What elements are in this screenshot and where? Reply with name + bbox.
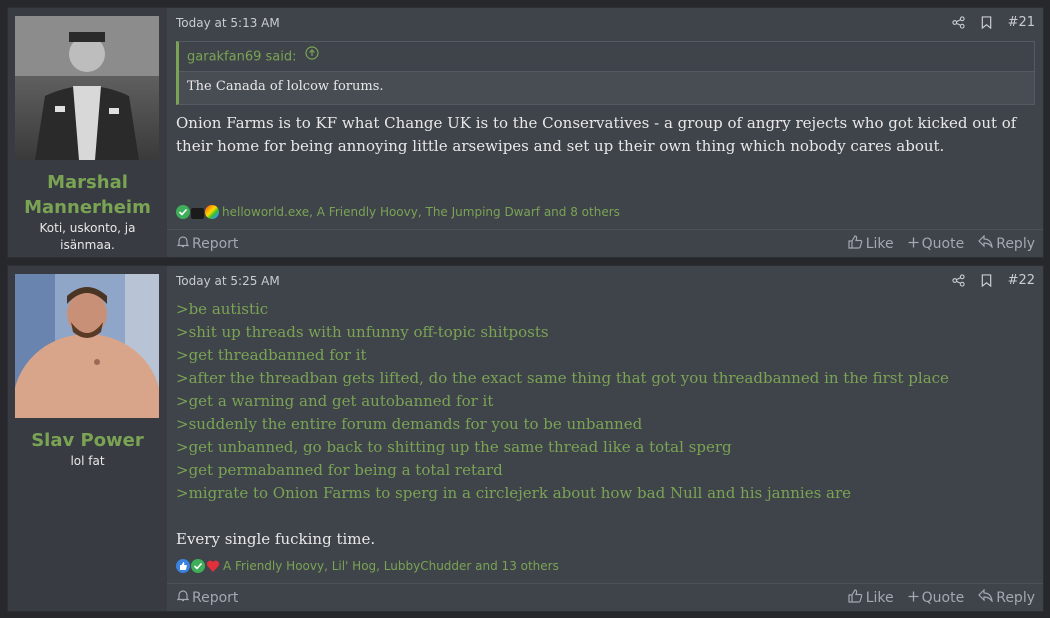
- like-label[interactable]: Like: [866, 590, 894, 606]
- reply-button[interactable]: Reply: [978, 234, 1035, 253]
- report-label[interactable]: Report: [192, 590, 238, 606]
- post-21: Marshal Mannerheim Koti, uskonto, ja isä…: [7, 7, 1044, 258]
- user-title: Koti, uskonto, ja isänmaa.: [39, 221, 136, 252]
- reactions-users[interactable]: helloworld.exe, A Friendly Hoovy, The Ju…: [222, 205, 620, 219]
- check-reaction-icon: [176, 205, 190, 219]
- post-tools: #21: [951, 15, 1035, 30]
- greentext-line: >get unbanned, go back to shitting up th…: [176, 438, 732, 456]
- quote-label[interactable]: Quote: [922, 590, 965, 606]
- reply-label[interactable]: Reply: [996, 590, 1035, 606]
- greentext-line: >get permabanned for being a total retar…: [176, 461, 503, 479]
- user-panel: Marshal Mannerheim Koti, uskonto, ja isä…: [8, 8, 167, 257]
- like-button[interactable]: Like: [848, 588, 894, 607]
- avatar[interactable]: [15, 274, 159, 418]
- share-icon[interactable]: [951, 274, 965, 287]
- greentext-line: >migrate to Onion Farms to sperg in a ci…: [176, 484, 852, 502]
- quote-label[interactable]: Quote: [922, 236, 965, 252]
- reply-arrow-icon: [978, 234, 994, 252]
- username[interactable]: Slav Power: [8, 428, 167, 453]
- like-button[interactable]: Like: [848, 234, 894, 253]
- post-content: Today at 5:25 AM #22 >be autistic >shit …: [167, 266, 1043, 611]
- quote-button[interactable]: Quote: [908, 589, 965, 607]
- quote-header[interactable]: garakfan69 said:: [179, 42, 1034, 72]
- reply-button[interactable]: Reply: [978, 588, 1035, 607]
- report-button[interactable]: Report: [167, 589, 238, 606]
- check-reaction-icon: [191, 559, 205, 573]
- report-label[interactable]: Report: [192, 236, 238, 252]
- greentext-line: >get a warning and get autobanned for it: [176, 392, 494, 410]
- post-number[interactable]: #22: [1008, 273, 1035, 288]
- greentext-line: >get threadbanned for it: [176, 346, 367, 364]
- post-body: Onion Farms is to KF what Change UK is t…: [176, 114, 1017, 155]
- quote-button[interactable]: Quote: [908, 235, 965, 253]
- post-content: Today at 5:13 AM #21 garakfan69 said: Th…: [167, 8, 1043, 257]
- heart-reaction-icon: [206, 559, 220, 573]
- bell-icon: [176, 589, 190, 606]
- post-22: Slav Power lol fat Today at 5:25 AM #22 …: [7, 265, 1044, 612]
- like-reaction-icon: [176, 559, 190, 573]
- like-label[interactable]: Like: [866, 236, 894, 252]
- blockquote: garakfan69 said: The Canada of lolcow fo…: [176, 41, 1035, 105]
- reply-arrow-icon: [978, 588, 994, 606]
- bookmark-icon[interactable]: [981, 274, 992, 287]
- username[interactable]: Marshal Mannerheim: [8, 170, 167, 220]
- bookmark-icon[interactable]: [981, 16, 992, 29]
- rainbow-reaction-icon: [205, 205, 219, 219]
- quote-author[interactable]: garakfan69 said:: [187, 50, 297, 65]
- plus-icon: [908, 590, 919, 606]
- reactions-bar[interactable]: A Friendly Hoovy, Lil' Hog, LubbyChudder…: [176, 559, 559, 573]
- post-footer: Report Like Quote Reply: [167, 229, 1043, 257]
- reactions-bar[interactable]: helloworld.exe, A Friendly Hoovy, The Ju…: [176, 205, 620, 219]
- user-title: lol fat: [70, 454, 105, 468]
- greentext-line: >be autistic: [176, 300, 269, 318]
- share-icon[interactable]: [951, 16, 965, 29]
- tophat-reaction-icon: [191, 207, 204, 219]
- plus-icon: [908, 236, 919, 252]
- post-number[interactable]: #21: [1008, 15, 1035, 30]
- arrow-up-circle-icon[interactable]: [305, 42, 319, 72]
- reactions-users[interactable]: A Friendly Hoovy, Lil' Hog, LubbyChudder…: [223, 559, 559, 573]
- post-timestamp[interactable]: Today at 5:25 AM: [176, 274, 280, 288]
- avatar[interactable]: [15, 16, 159, 160]
- thumbs-up-icon: [848, 234, 863, 253]
- post-timestamp[interactable]: Today at 5:13 AM: [176, 16, 280, 30]
- report-button[interactable]: Report: [167, 235, 238, 252]
- username-line-1[interactable]: Marshal: [8, 170, 167, 195]
- user-panel: Slav Power lol fat: [8, 266, 167, 611]
- thumbs-up-icon: [848, 588, 863, 607]
- post-footer: Report Like Quote Reply: [167, 583, 1043, 611]
- greentext-line: >after the threadban gets lifted, do the…: [176, 369, 949, 387]
- quote-text: The Canada of lolcow forums.: [187, 79, 384, 94]
- post-tools: #22: [951, 273, 1035, 288]
- greentext-line: >shit up threads with unfunny off-topic …: [176, 323, 549, 341]
- greentext-line: >suddenly the entire forum demands for y…: [176, 415, 643, 433]
- reply-label[interactable]: Reply: [996, 236, 1035, 252]
- username-line-2[interactable]: Mannerheim: [8, 195, 167, 220]
- post-closing-line: Every single fucking time.: [176, 530, 376, 548]
- bell-icon: [176, 235, 190, 252]
- greentext-block: >be autistic >shit up threads with unfun…: [176, 298, 1027, 505]
